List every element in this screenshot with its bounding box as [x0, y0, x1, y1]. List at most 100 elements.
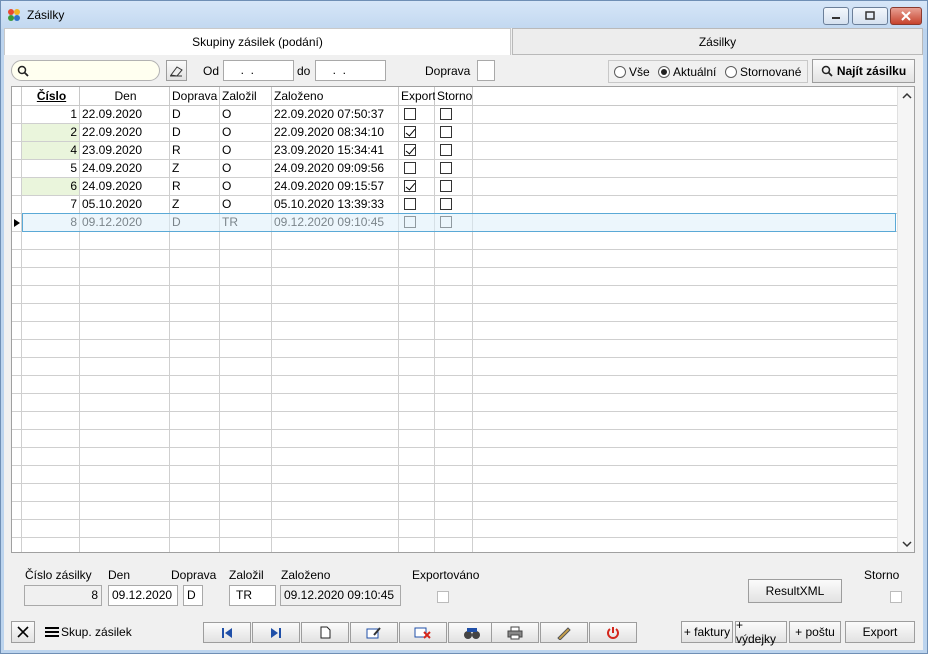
table-cell-export[interactable] — [399, 160, 435, 178]
table-cell-zalozil[interactable]: TR — [220, 214, 272, 232]
empty-cell[interactable] — [272, 394, 399, 412]
empty-cell[interactable] — [399, 376, 435, 394]
row-indicator[interactable] — [12, 268, 22, 286]
empty-cell[interactable] — [435, 538, 473, 552]
table-cell-den[interactable]: 23.09.2020 — [80, 142, 170, 160]
table-cell-zalozil[interactable]: O — [220, 106, 272, 124]
empty-cell[interactable] — [399, 430, 435, 448]
empty-cell[interactable] — [272, 430, 399, 448]
table-cell-storno[interactable] — [435, 178, 473, 196]
empty-cell[interactable] — [22, 538, 80, 552]
table-cell-cislo[interactable]: 5 — [22, 160, 80, 178]
empty-cell[interactable] — [80, 502, 170, 520]
storno-checkbox[interactable] — [440, 180, 452, 192]
empty-cell[interactable] — [220, 412, 272, 430]
empty-cell[interactable] — [272, 358, 399, 376]
empty-cell[interactable] — [272, 520, 399, 538]
column-header-zalozeno[interactable]: Založeno — [272, 87, 399, 106]
empty-cell[interactable] — [399, 322, 435, 340]
detail-storno-checkbox[interactable] — [890, 591, 903, 603]
empty-cell[interactable] — [435, 412, 473, 430]
empty-cell[interactable] — [170, 232, 220, 250]
empty-cell[interactable] — [435, 448, 473, 466]
empty-cell[interactable] — [435, 268, 473, 286]
row-indicator[interactable] — [12, 502, 22, 520]
empty-cell[interactable] — [399, 304, 435, 322]
minimize-button[interactable] — [823, 7, 849, 25]
table-cell-zalozil[interactable]: O — [220, 178, 272, 196]
empty-cell[interactable] — [435, 304, 473, 322]
empty-cell[interactable] — [399, 340, 435, 358]
empty-cell[interactable] — [22, 448, 80, 466]
export-button[interactable]: Export — [845, 621, 915, 643]
table-cell-storno[interactable] — [435, 142, 473, 160]
row-indicator[interactable] — [12, 196, 22, 214]
empty-cell[interactable] — [170, 520, 220, 538]
table-cell-export[interactable] — [399, 196, 435, 214]
radio-stornovane[interactable]: Stornované — [725, 65, 801, 79]
table-cell-storno[interactable] — [435, 214, 473, 232]
empty-cell[interactable] — [170, 412, 220, 430]
empty-cell[interactable] — [22, 412, 80, 430]
empty-cell[interactable] — [220, 250, 272, 268]
row-indicator[interactable] — [12, 340, 22, 358]
empty-cell[interactable] — [399, 484, 435, 502]
empty-cell[interactable] — [220, 286, 272, 304]
add-faktury-button[interactable]: + faktury — [681, 621, 733, 643]
table-cell-den[interactable]: 22.09.2020 — [80, 106, 170, 124]
empty-cell[interactable] — [435, 358, 473, 376]
table-cell-cislo[interactable]: 2 — [22, 124, 80, 142]
table-cell-zalozeno[interactable]: 24.09.2020 09:09:56 — [272, 160, 399, 178]
column-header-doprava[interactable]: Doprava — [170, 87, 220, 106]
empty-cell[interactable] — [170, 430, 220, 448]
empty-cell[interactable] — [220, 394, 272, 412]
table-cell-export[interactable] — [399, 124, 435, 142]
empty-cell[interactable] — [80, 304, 170, 322]
table-cell-zalozeno[interactable]: 24.09.2020 09:15:57 — [272, 178, 399, 196]
empty-cell[interactable] — [80, 358, 170, 376]
table-cell-cislo[interactable]: 7 — [22, 196, 80, 214]
table-cell-doprava[interactable]: R — [170, 178, 220, 196]
do-date-input[interactable]: . . — [315, 60, 386, 81]
export-checkbox[interactable] — [404, 108, 416, 120]
detail-doprava-field[interactable]: D — [183, 585, 203, 606]
search-record-button[interactable] — [448, 622, 496, 643]
table-cell-zalozil[interactable]: O — [220, 196, 272, 214]
empty-cell[interactable] — [80, 484, 170, 502]
table-cell-den[interactable]: 09.12.2020 — [80, 214, 170, 232]
empty-cell[interactable] — [80, 286, 170, 304]
empty-cell[interactable] — [80, 448, 170, 466]
empty-cell[interactable] — [435, 520, 473, 538]
empty-cell[interactable] — [272, 304, 399, 322]
maximize-button[interactable] — [852, 7, 888, 25]
row-indicator[interactable] — [12, 538, 22, 552]
empty-cell[interactable] — [399, 268, 435, 286]
storno-checkbox[interactable] — [440, 216, 452, 228]
row-indicator[interactable] — [12, 160, 22, 178]
empty-cell[interactable] — [170, 376, 220, 394]
print-button[interactable] — [491, 622, 539, 643]
row-indicator[interactable] — [12, 232, 22, 250]
table-cell-doprava[interactable]: D — [170, 124, 220, 142]
empty-cell[interactable] — [170, 538, 220, 552]
empty-cell[interactable] — [399, 412, 435, 430]
empty-cell[interactable] — [272, 286, 399, 304]
storno-checkbox[interactable] — [440, 108, 452, 120]
row-indicator[interactable] — [12, 358, 22, 376]
empty-cell[interactable] — [80, 412, 170, 430]
empty-cell[interactable] — [220, 358, 272, 376]
detail-zalozil-field[interactable]: TR — [229, 585, 276, 606]
empty-cell[interactable] — [399, 466, 435, 484]
column-header-den[interactable]: Den — [80, 87, 170, 106]
empty-cell[interactable] — [220, 502, 272, 520]
empty-cell[interactable] — [22, 340, 80, 358]
tab-skupiny[interactable]: Skupiny zásilek (podání) — [4, 28, 511, 55]
row-indicator[interactable] — [12, 214, 22, 232]
column-header-storno[interactable]: Storno — [435, 87, 473, 106]
empty-cell[interactable] — [22, 268, 80, 286]
table-cell-den[interactable]: 05.10.2020 — [80, 196, 170, 214]
table-cell-cislo[interactable]: 8 — [22, 214, 80, 232]
empty-cell[interactable] — [272, 232, 399, 250]
empty-cell[interactable] — [22, 430, 80, 448]
radio-aktualni[interactable]: Aktuální — [658, 65, 716, 79]
